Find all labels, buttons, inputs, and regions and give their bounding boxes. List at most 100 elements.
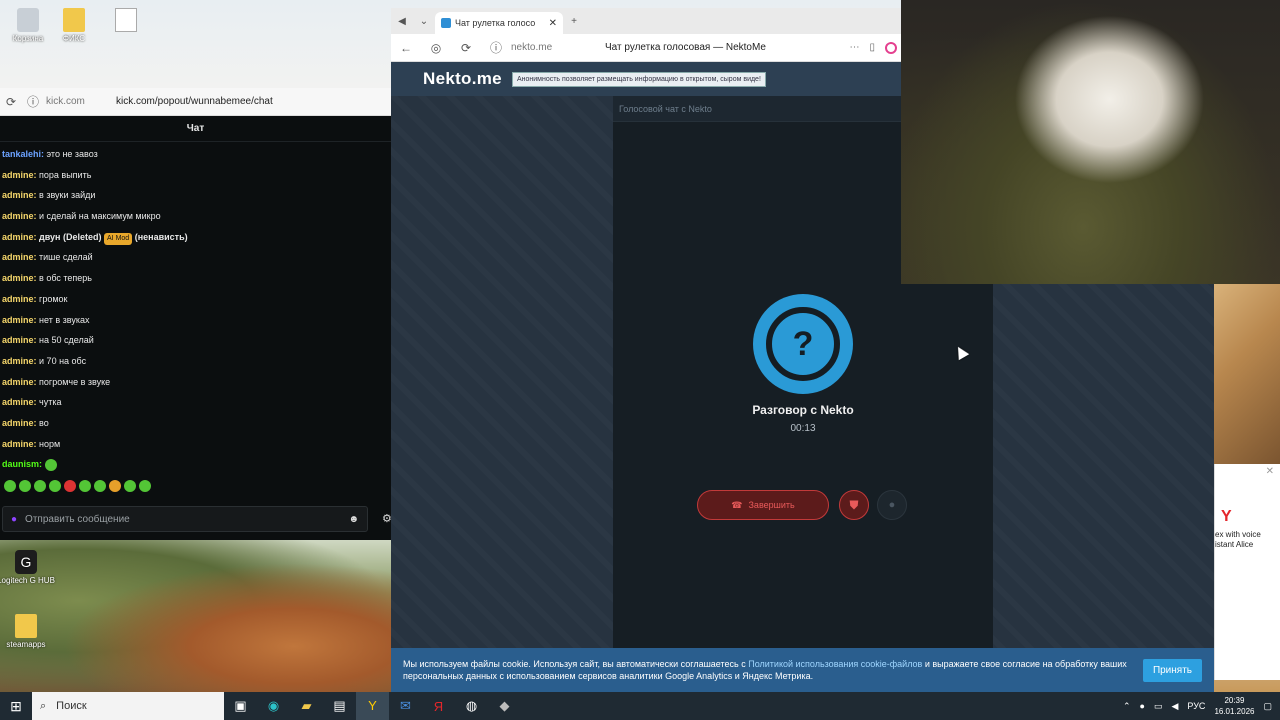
end-call-button[interactable]: ☎ Завершить	[697, 490, 829, 520]
yandex-icon[interactable]: Я	[422, 699, 455, 714]
desktop-icon-logitech[interactable]: G Logitech G HUB	[0, 550, 56, 585]
chat-username[interactable]: admine:	[2, 294, 37, 304]
chat-username[interactable]: admine:	[2, 377, 37, 387]
chat-username[interactable]: admine:	[2, 273, 37, 283]
alice-icon[interactable]	[885, 41, 897, 54]
emote-icon[interactable]	[79, 479, 91, 492]
chat-text: нет в звуках	[39, 314, 90, 325]
emote-icon[interactable]	[64, 479, 76, 492]
ai-mod-badge: AI Mod	[104, 232, 133, 245]
shield-icon: ⛊	[849, 497, 859, 512]
microphone-icon[interactable]: ●	[1140, 701, 1145, 711]
url-domain[interactable]: nekto.me	[511, 42, 605, 53]
site-info-icon[interactable]: ⓘ	[481, 39, 511, 56]
volume-icon[interactable]: ◀	[1171, 701, 1178, 712]
mute-button[interactable]: ●	[877, 490, 907, 520]
reload-icon[interactable]: ⟳	[0, 95, 22, 109]
task-view-icon[interactable]: ▣	[224, 698, 257, 714]
yandex-widget-text: ex with voice istant Alice	[1215, 530, 1261, 549]
emote-icon[interactable]	[139, 479, 151, 492]
protect-icon[interactable]: ◎	[421, 41, 451, 55]
partner-name: Разговор с Nekto	[752, 403, 854, 417]
emote-icon[interactable]	[124, 479, 136, 492]
logitech-g-icon: G	[15, 550, 37, 574]
app-icon[interactable]: ◆	[488, 698, 521, 714]
emote-icon[interactable]	[34, 479, 46, 492]
reload-icon[interactable]: ⟳	[451, 41, 481, 55]
chat-username[interactable]: admine:	[2, 252, 37, 262]
chat-text: в обс теперь	[39, 273, 92, 284]
tab-nekto[interactable]: Чат рулетка голосо ✕	[435, 12, 563, 34]
chat-text: и 70 на обс	[39, 355, 87, 366]
chat-username[interactable]: admine:	[2, 418, 37, 428]
chat-username[interactable]: admine:	[2, 232, 37, 242]
new-tab-icon[interactable]: +	[563, 16, 585, 27]
tab-bar: ◀ ⌄ Чат рулетка голосо ✕ +	[391, 8, 901, 34]
chat-username[interactable]: admine:	[2, 190, 37, 200]
notifications-icon[interactable]: ▢	[1263, 701, 1272, 712]
desktop-icon-file[interactable]	[98, 8, 154, 34]
chat-username[interactable]: admine:	[2, 397, 37, 407]
chat-text: двун (Deleted)	[39, 231, 102, 242]
desktop-icon-label: ФИКС	[62, 34, 86, 43]
close-icon[interactable]: ✕	[1266, 466, 1274, 477]
desktop-icon-label: Logitech G HUB	[0, 576, 55, 585]
yandex-alice-widget[interactable]: ✕ Y ex with voice istant Alice	[1214, 464, 1280, 680]
chat-message: admine: и 70 на обс	[2, 351, 389, 372]
emote-icon[interactable]	[109, 479, 121, 492]
chat-message-input[interactable]: ● Отправить сообщение ☻	[2, 506, 368, 532]
report-button[interactable]: ⛊	[839, 490, 869, 520]
chevron-down-icon[interactable]: ⌄	[413, 16, 435, 27]
keyboard-lang[interactable]: РУС	[1187, 701, 1205, 711]
speaker-icon[interactable]: ◀	[391, 16, 413, 27]
mail-icon[interactable]: ✉	[389, 698, 422, 714]
file-explorer-icon[interactable]: ▰	[290, 698, 323, 714]
close-icon[interactable]: ✕	[549, 18, 557, 29]
desktop-icon-label: Корзина	[12, 34, 44, 43]
kick-domain: kick.com	[46, 96, 85, 107]
more-icon[interactable]: ⋯	[849, 42, 859, 54]
chat-username[interactable]: admine:	[2, 170, 37, 180]
nekto-logo[interactable]: Nekto.me	[423, 69, 502, 89]
emote-icon[interactable]	[49, 479, 61, 492]
microphone-icon[interactable]: ●	[11, 514, 17, 525]
yandex-browser-icon[interactable]: Y	[356, 692, 389, 720]
chat-username[interactable]: admine:	[2, 356, 37, 366]
chevron-up-icon[interactable]: ⌃	[1123, 701, 1131, 712]
store-icon[interactable]: ▤	[323, 698, 356, 714]
chat-username[interactable]: admine:	[2, 439, 37, 449]
emote-icon[interactable]	[19, 479, 31, 492]
hangup-icon: ☎	[731, 499, 743, 510]
chat-messages: tankalehi: это не завоз admine: пора вып…	[0, 142, 391, 499]
desktop-icon-fiks[interactable]: ФИКС	[46, 8, 102, 43]
back-icon[interactable]: ←	[391, 41, 421, 55]
obs-icon[interactable]: ◍	[455, 698, 488, 714]
site-info-icon[interactable]: ⓘ	[22, 93, 44, 110]
clock[interactable]: 20:39 16.01.2026	[1214, 695, 1254, 717]
cookie-policy-link[interactable]: Политикой использования cookie-файлов	[748, 659, 922, 669]
chat-message: admine: во	[2, 413, 389, 434]
chat-username[interactable]: admine:	[2, 335, 37, 345]
taskbar-search[interactable]: ⌕ Поиск	[32, 692, 224, 720]
chat-username[interactable]: tankalehi:	[2, 149, 44, 159]
start-button[interactable]: ⊞	[0, 698, 32, 715]
chat-message: admine: двун (Deleted) AI Mod (ненависть…	[2, 227, 389, 248]
chat-message: admine: и сделай на максимум микро	[2, 206, 389, 227]
chat-username[interactable]: daunism:	[2, 459, 42, 469]
desktop-icon-steamapps[interactable]: steamapps	[0, 614, 56, 649]
clock-date: 16.01.2026	[1214, 707, 1255, 716]
emoji-icon[interactable]: ☻	[348, 514, 359, 525]
chat-message: admine: погромче в звуке	[2, 372, 389, 393]
emote-icon[interactable]	[94, 479, 106, 492]
edge-icon[interactable]: ◉	[257, 698, 290, 714]
bookmark-icon[interactable]: ▯	[869, 42, 875, 54]
cookie-text-part: Мы используем файлы cookie. Используя са…	[403, 659, 749, 669]
emote-icon[interactable]	[4, 479, 16, 492]
network-icon[interactable]: ▭	[1154, 701, 1163, 712]
chat-text: норм	[39, 438, 61, 449]
chat-text: во	[39, 417, 49, 428]
kick-url[interactable]: kick.com/popout/wunnabemee/chat	[116, 96, 273, 107]
chat-username[interactable]: admine:	[2, 211, 37, 221]
chat-username[interactable]: admine:	[2, 315, 37, 325]
accept-cookies-button[interactable]: Принять	[1142, 658, 1202, 682]
